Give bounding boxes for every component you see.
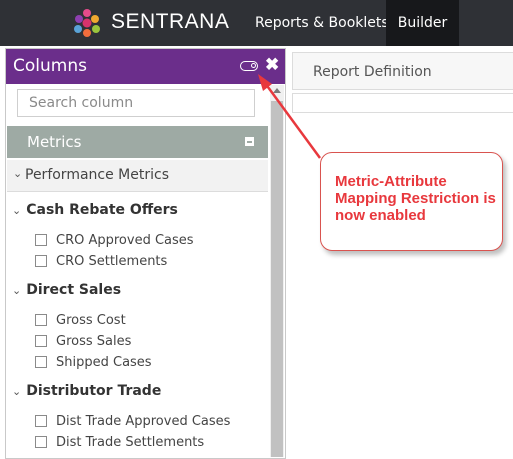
group-title: Cash Rebate Offers [26,202,178,218]
checkbox[interactable] [35,335,47,347]
checkbox[interactable] [35,436,47,448]
chevron-down-icon: ⌄ [12,385,22,398]
panel-scrollbar[interactable] [270,85,284,457]
group-title: Distributor Trade [26,383,162,399]
metric-label: CRO Settlements [56,254,168,269]
chevron-down-icon: ⌄ [12,284,22,297]
sentrana-logo-icon [74,9,100,37]
metrics-section-header[interactable]: Metrics [7,126,268,158]
group-distributor-trade[interactable]: ⌄ Distributor Trade [12,383,161,399]
scroll-up-arrow-icon[interactable] [273,88,281,93]
annotation-callout: Metric-Attribute Mapping Restriction is … [320,152,503,251]
panel-title: Columns [13,56,87,76]
nav-reports-booklets[interactable]: Reports & Booklets [255,0,389,46]
brand-name: SENTRANA [111,10,230,33]
checkbox[interactable] [35,234,47,246]
metric-label: CRO Approved Cases [56,233,194,248]
performance-metrics-row[interactable]: ⌄ Performance Metrics [7,160,268,192]
checkbox[interactable] [35,356,47,368]
toggle-switch-icon[interactable] [240,61,258,71]
search-column-input[interactable] [17,89,255,117]
scroll-thumb[interactable] [271,101,283,457]
chevron-down-icon: ⌄ [12,204,22,217]
metric-label: Gross Sales [56,334,132,349]
metric-label: Shipped Cases [56,355,152,370]
group-direct-sales[interactable]: ⌄ Direct Sales [12,282,121,298]
performance-metrics-label: Performance Metrics [25,167,169,183]
collapse-icon[interactable] [245,137,254,146]
columns-panel: Columns ✖ Metrics ⌄ Performance Metrics … [5,48,286,459]
report-definition-label: Report Definition [313,64,432,80]
group-title: Direct Sales [26,282,122,298]
checkbox[interactable] [35,415,47,427]
metric-label: Dist Trade Approved Cases [56,414,231,429]
metric-label: Gross Cost [56,313,126,328]
report-definition-field[interactable] [292,93,513,113]
report-definition-tab[interactable]: Report Definition [292,52,513,90]
nav-builder[interactable]: Builder [386,0,459,46]
callout-text: Metric-Attribute Mapping Restriction is … [335,173,496,224]
metrics-label: Metrics [27,133,82,151]
close-icon[interactable]: ✖ [265,55,279,75]
columns-panel-header: Columns ✖ [6,49,285,84]
chevron-down-icon: ⌄ [13,168,23,180]
group-cash-rebate-offers[interactable]: ⌄ Cash Rebate Offers [12,202,178,218]
top-navigation-bar: SENTRANA Reports & Booklets Builder [0,0,513,46]
checkbox[interactable] [35,255,47,267]
metric-label: Dist Trade Settlements [56,435,205,450]
checkbox[interactable] [35,314,47,326]
